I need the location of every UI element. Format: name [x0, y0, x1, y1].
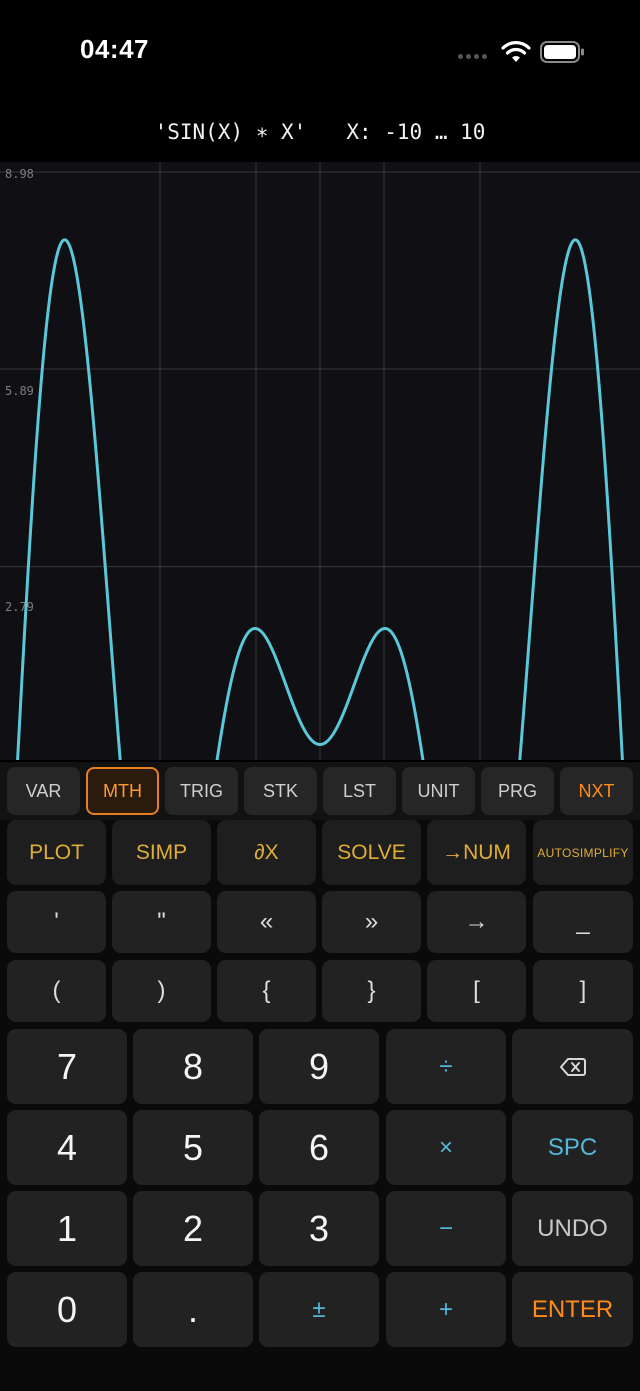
- open-bracket-key[interactable]: [: [427, 960, 526, 1022]
- plot-header: 'SIN(X) ∗ X' X: -10 … 10: [0, 112, 640, 152]
- digit-7-key[interactable]: 7: [7, 1029, 127, 1104]
- to-num-button[interactable]: →NUM: [427, 820, 526, 885]
- plot-button[interactable]: PLOT: [7, 820, 106, 885]
- add-key[interactable]: +: [386, 1272, 506, 1347]
- status-bar: 04:47: [0, 0, 640, 104]
- battery-icon: [540, 41, 584, 63]
- cellular-signal-icon: [458, 54, 487, 59]
- underscore-key[interactable]: _: [533, 891, 633, 953]
- plus-minus-key[interactable]: ±: [259, 1272, 379, 1347]
- close-brace-key[interactable]: }: [322, 960, 421, 1022]
- y-tick-label: 8.98: [5, 167, 34, 181]
- arrow-key[interactable]: →: [427, 891, 526, 953]
- multiply-key[interactable]: ×: [386, 1110, 506, 1185]
- close-paren-key[interactable]: ): [112, 960, 211, 1022]
- subtract-key[interactable]: −: [386, 1191, 506, 1266]
- quote-key[interactable]: ': [7, 891, 106, 953]
- double-quote-key[interactable]: ": [112, 891, 211, 953]
- undo-key[interactable]: UNDO: [512, 1191, 633, 1266]
- space-key[interactable]: SPC: [512, 1110, 633, 1185]
- program-open-key[interactable]: «: [217, 891, 316, 953]
- digit-5-key[interactable]: 5: [133, 1110, 253, 1185]
- digit-4-key[interactable]: 4: [7, 1110, 127, 1185]
- digit-2-key[interactable]: 2: [133, 1191, 253, 1266]
- tab-lst[interactable]: LST: [323, 767, 396, 815]
- digit-9-key[interactable]: 9: [259, 1029, 379, 1104]
- simp-button[interactable]: SIMP: [112, 820, 211, 885]
- backspace-key[interactable]: [512, 1029, 633, 1104]
- status-time: 04:47: [80, 34, 149, 64]
- plot-area[interactable]: 8.98 5.89 2.79: [0, 162, 640, 760]
- digit-6-key[interactable]: 6: [259, 1110, 379, 1185]
- autosimplify-button[interactable]: AUTOSIMPLIFY: [533, 820, 633, 885]
- backspace-icon: [559, 1057, 586, 1076]
- digit-3-key[interactable]: 3: [259, 1191, 379, 1266]
- tab-mth[interactable]: MTH: [86, 767, 159, 815]
- keypad: PLOT SIMP ∂X SOLVE →NUM AUTOSIMPLIFY ' "…: [0, 820, 640, 1391]
- wifi-icon: [501, 41, 531, 62]
- tab-prg[interactable]: PRG: [481, 767, 554, 815]
- tab-stk[interactable]: STK: [244, 767, 317, 815]
- enter-key[interactable]: ENTER: [512, 1272, 633, 1347]
- y-tick-label: 5.89: [5, 384, 34, 398]
- tab-trig[interactable]: TRIG: [165, 767, 238, 815]
- tab-var[interactable]: VAR: [7, 767, 80, 815]
- digit-0-key[interactable]: 0: [7, 1272, 127, 1347]
- open-brace-key[interactable]: {: [217, 960, 316, 1022]
- open-paren-key[interactable]: (: [7, 960, 106, 1022]
- program-close-key[interactable]: »: [322, 891, 421, 953]
- expression-label: 'SIN(X) ∗ X': [154, 120, 307, 144]
- y-tick-label: 2.79: [5, 600, 34, 614]
- close-bracket-key[interactable]: ]: [533, 960, 633, 1022]
- digit-1-key[interactable]: 1: [7, 1191, 127, 1266]
- decimal-point-key[interactable]: .: [133, 1272, 253, 1347]
- derivative-button[interactable]: ∂X: [217, 820, 316, 885]
- solve-button[interactable]: SOLVE: [322, 820, 421, 885]
- tab-nxt[interactable]: NXT: [560, 767, 633, 815]
- digit-8-key[interactable]: 8: [133, 1029, 253, 1104]
- tab-unit[interactable]: UNIT: [402, 767, 475, 815]
- divide-key[interactable]: ÷: [386, 1029, 506, 1104]
- range-label: X: -10 … 10: [346, 120, 486, 144]
- function-plot: 8.98 5.89 2.79: [0, 162, 640, 760]
- menu-bar: VAR MTH TRIG STK LST UNIT PRG NXT: [0, 762, 640, 820]
